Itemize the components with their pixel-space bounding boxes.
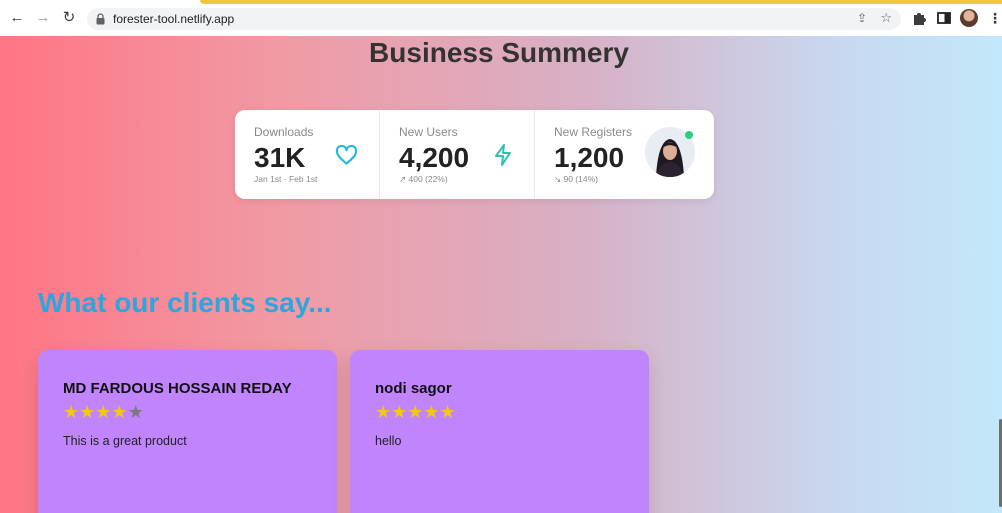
bookmark-star-icon[interactable]: ☆ <box>880 10 892 26</box>
forward-arrow-icon[interactable]: → <box>35 10 51 26</box>
stat-subtext: ↗ 400 (22%) <box>399 174 448 184</box>
stat-label: New Users <box>399 125 458 139</box>
review-card: nodi sagor ★★★★★ hello <box>350 350 649 513</box>
stats-card: Downloads 31K Jan 1st - Feb 1st New User… <box>235 110 714 199</box>
star-rating: ★★★★★ <box>375 402 456 422</box>
star-filled-icon: ★ <box>407 402 424 422</box>
reviewer-name: MD FARDOUS HOSSAIN REDAY <box>63 380 292 397</box>
star-filled-icon: ★ <box>79 402 96 422</box>
star-filled-icon: ★ <box>375 402 392 422</box>
heart-icon <box>335 144 358 165</box>
bolt-icon <box>495 144 511 166</box>
reload-icon[interactable]: ↻ <box>61 10 77 26</box>
stat-value: 1,200 <box>554 142 625 173</box>
share-icon[interactable]: ⇪ <box>857 11 867 25</box>
stat-subtext: Jan 1st - Feb 1st <box>254 174 318 184</box>
page-content: Business Summery Downloads 31K Jan 1st -… <box>0 36 1002 513</box>
stat-new-users: New Users 4,200 ↗ 400 (22%) <box>379 110 534 199</box>
scrollbar[interactable] <box>998 36 1002 513</box>
page-load-indicator <box>200 0 1002 4</box>
review-text: This is a great product <box>63 434 187 448</box>
back-arrow-icon[interactable]: ← <box>9 10 25 26</box>
reviewer-name: nodi sagor <box>375 380 452 397</box>
lock-icon <box>96 13 105 25</box>
reviews-section-title: What our clients say... <box>38 287 332 318</box>
star-rating: ★★★★★ <box>63 402 144 422</box>
kebab-menu-icon[interactable]: ⋮ <box>988 10 1002 26</box>
stat-label: Downloads <box>254 125 314 139</box>
side-panel-icon[interactable] <box>936 10 952 26</box>
stat-subtext: ↘ 90 (14%) <box>554 174 598 184</box>
star-filled-icon: ★ <box>111 402 128 422</box>
star-filled-icon: ★ <box>95 402 112 422</box>
stat-label: New Registers <box>554 125 633 139</box>
stat-value: 31K <box>254 142 306 173</box>
review-card: MD FARDOUS HOSSAIN REDAY ★★★★★ This is a… <box>38 350 337 513</box>
star-empty-icon: ★ <box>127 402 144 422</box>
page-title: Business Summery <box>369 37 629 68</box>
url-text[interactable]: forester-tool.netlify.app <box>113 11 234 27</box>
stat-downloads: Downloads 31K Jan 1st - Feb 1st <box>235 110 379 199</box>
extensions-puzzle-icon[interactable] <box>911 10 927 26</box>
profile-avatar[interactable] <box>960 9 978 27</box>
stat-new-registers: New Registers 1,200 ↘ 90 (14%) <box>534 110 714 199</box>
star-filled-icon: ★ <box>439 402 456 422</box>
star-filled-icon: ★ <box>391 402 408 422</box>
star-filled-icon: ★ <box>63 402 80 422</box>
review-text: hello <box>375 434 402 448</box>
browser-toolbar: ← → ↻ forester-tool.netlify.app ⇪ ☆ ⋮ <box>0 0 1002 36</box>
online-status-dot <box>685 131 693 139</box>
star-filled-icon: ★ <box>423 402 440 422</box>
address-bar[interactable]: forester-tool.netlify.app ⇪ ☆ <box>87 8 901 30</box>
stat-value: 4,200 <box>399 142 470 173</box>
